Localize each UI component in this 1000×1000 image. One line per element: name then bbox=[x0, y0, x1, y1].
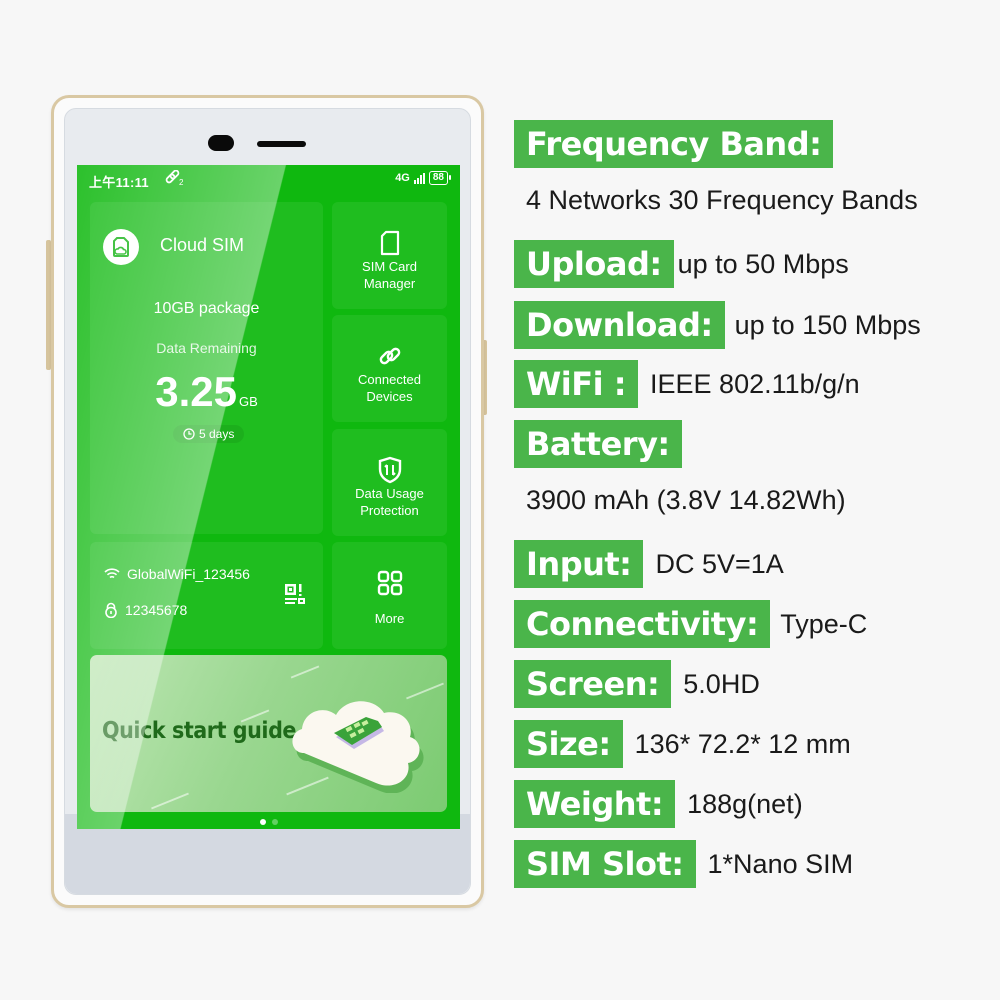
spec-battery: Battery: bbox=[514, 420, 682, 468]
battery-level: 88 bbox=[432, 172, 444, 183]
cloud-sim-icon bbox=[103, 229, 139, 265]
network-type: 4G bbox=[395, 172, 410, 184]
cloud-sim-illustration bbox=[292, 701, 424, 793]
front-camera bbox=[208, 135, 234, 151]
spec-upload: Upload: up to 50 Mbps bbox=[514, 240, 849, 288]
tile-data-usage-protection[interactable]: Data Usage Protection bbox=[332, 429, 447, 536]
lock-icon bbox=[105, 602, 117, 618]
tile-label: Data Usage bbox=[355, 486, 424, 501]
spec-value: up to 150 Mbps bbox=[734, 310, 921, 340]
spec-value: DC 5V=1A bbox=[655, 549, 784, 579]
wifi-info-card: GlobalWiFi_123456 12345678 bbox=[90, 542, 323, 649]
quick-start-banner[interactable]: Quick start guide bbox=[90, 655, 447, 812]
spec-value: 188g(net) bbox=[687, 789, 803, 819]
spec-label: SIM Slot: bbox=[514, 840, 696, 888]
remaining-unit: GB bbox=[238, 394, 258, 409]
earpiece-speaker bbox=[257, 141, 306, 147]
banner-pagination bbox=[77, 819, 460, 825]
tile-label: Connected bbox=[358, 372, 421, 387]
qr-code-icon bbox=[285, 584, 305, 604]
spec-value: 5.0HD bbox=[683, 669, 760, 699]
signal-icon bbox=[413, 172, 425, 184]
spec-value: 136* 72.2* 12 mm bbox=[634, 729, 851, 759]
spec-size: Size: 136* 72.2* 12 mm bbox=[514, 720, 851, 768]
device-screen: 上午11:11 2 4G 88 Cloud SIM 10GB package D… bbox=[77, 165, 460, 829]
wifi-ssid: GlobalWiFi_123456 bbox=[127, 566, 250, 582]
spec-label: Battery: bbox=[514, 420, 682, 468]
spec-battery-value: 3900 mAh (3.8V 14.82Wh) bbox=[526, 476, 846, 524]
wifi-password: 12345678 bbox=[125, 602, 188, 618]
spec-label: Download: bbox=[514, 301, 725, 349]
spec-label: Frequency Band: bbox=[514, 120, 834, 168]
decor-line bbox=[290, 665, 320, 679]
spec-value: 4 Networks 30 Frequency Bands bbox=[526, 185, 918, 215]
card-title: Cloud SIM bbox=[160, 235, 245, 255]
link-icon bbox=[332, 341, 447, 371]
tile-label: More bbox=[374, 611, 405, 626]
status-indicators: 4G 88 bbox=[395, 171, 452, 185]
spec-download: Download: up to 150 Mbps bbox=[514, 301, 921, 349]
package-name: 10GB package bbox=[153, 300, 260, 317]
tile-label: Protection bbox=[360, 503, 419, 518]
spec-sim-slot: SIM Slot: 1*Nano SIM bbox=[514, 840, 853, 888]
wifi-password-row: 12345678 bbox=[104, 602, 187, 618]
spec-value: 1*Nano SIM bbox=[707, 849, 854, 879]
spec-label: Connectivity: bbox=[514, 600, 771, 648]
spec-label: Screen: bbox=[514, 660, 672, 708]
wifi-ssid-row: GlobalWiFi_123456 bbox=[104, 566, 250, 582]
tile-sim-card-manager[interactable]: SIM Card Manager bbox=[332, 202, 447, 309]
spec-connectivity: Connectivity: Type-C bbox=[514, 600, 867, 648]
page-dot-1[interactable] bbox=[259, 819, 266, 825]
validity-badge: 5 days bbox=[173, 425, 245, 443]
data-remaining-value: 3.25 GB bbox=[90, 368, 323, 416]
tile-connected-devices[interactable]: Connected Devices bbox=[332, 315, 447, 422]
spec-frequency-band-value: 4 Networks 30 Frequency Bands bbox=[526, 176, 918, 224]
banner-title: Quick start guide bbox=[102, 718, 297, 744]
spec-label: Input: bbox=[514, 540, 644, 588]
tile-label: Manager bbox=[363, 276, 416, 291]
grid-icon bbox=[332, 568, 447, 598]
remaining-number: 3.25 bbox=[155, 368, 237, 415]
status-bar: 上午11:11 2 4G 88 bbox=[77, 165, 460, 193]
validity-days: 5 days bbox=[199, 427, 235, 441]
data-remaining-label: Data Remaining bbox=[156, 340, 257, 356]
spec-weight: Weight: 188g(net) bbox=[514, 780, 803, 828]
spec-label: Upload: bbox=[514, 240, 674, 288]
spec-screen: Screen: 5.0HD bbox=[514, 660, 760, 708]
clock-icon bbox=[183, 428, 195, 440]
status-time: 上午11:11 bbox=[89, 175, 149, 190]
spec-label: Weight: bbox=[514, 780, 676, 828]
qr-code-button[interactable] bbox=[283, 582, 307, 606]
link-icon: 2 bbox=[164, 169, 186, 189]
tile-label: Devices bbox=[366, 389, 413, 404]
decor-line bbox=[151, 792, 189, 810]
spec-value: IEEE 802.11b/g/n bbox=[650, 369, 860, 399]
sim-card-icon bbox=[332, 228, 447, 258]
spec-frequency-band: Frequency Band: bbox=[514, 120, 834, 168]
cloud-sim-card[interactable]: Cloud SIM 10GB package Data Remaining 3.… bbox=[90, 202, 323, 534]
spec-label: WiFi : bbox=[514, 360, 639, 408]
tile-label: SIM Card bbox=[362, 259, 417, 274]
spec-value: Type-C bbox=[780, 609, 868, 639]
page-dot-2[interactable] bbox=[271, 819, 278, 825]
battery-icon: 88 bbox=[428, 171, 452, 185]
spec-wifi: WiFi : IEEE 802.11b/g/n bbox=[514, 360, 860, 408]
spec-value: 3900 mAh (3.8V 14.82Wh) bbox=[526, 485, 846, 515]
tile-more[interactable]: More bbox=[332, 542, 447, 649]
spec-value: up to 50 Mbps bbox=[677, 249, 849, 279]
svg-text:2: 2 bbox=[179, 178, 184, 186]
wifi-icon bbox=[104, 568, 120, 579]
spec-input: Input: DC 5V=1A bbox=[514, 540, 784, 588]
shield-icon bbox=[332, 455, 447, 485]
spec-label: Size: bbox=[514, 720, 623, 768]
